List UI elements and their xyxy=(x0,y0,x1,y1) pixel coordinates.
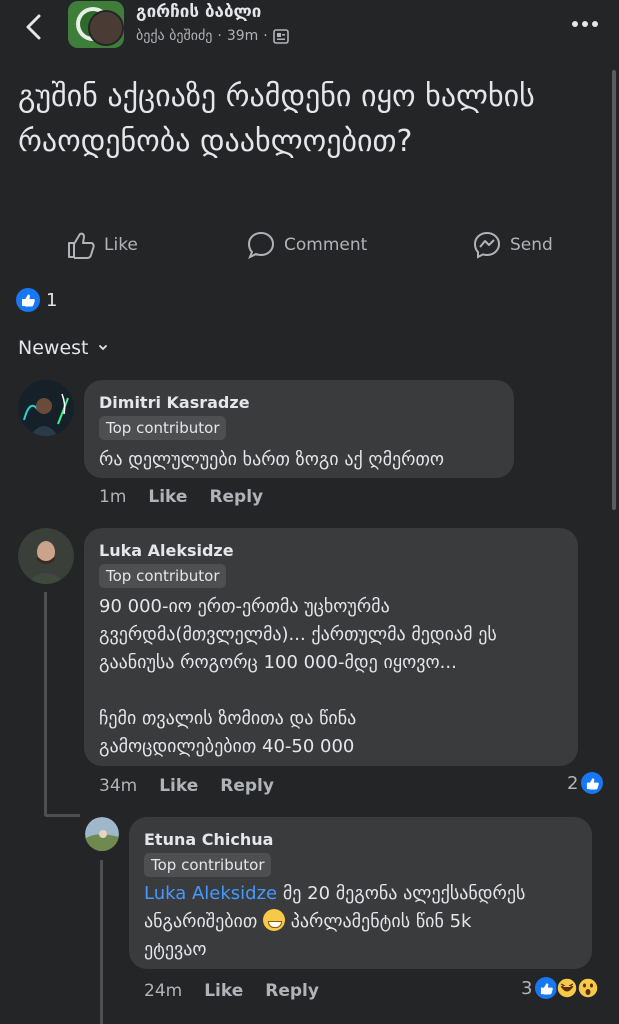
sort-dropdown[interactable]: Newest xyxy=(18,337,108,359)
author-avatar[interactable] xyxy=(88,10,124,46)
like-reaction-icon xyxy=(535,977,558,999)
back-arrow-icon[interactable] xyxy=(20,10,50,44)
comment-meta: 34m Like Reply xyxy=(99,776,274,796)
reaction-count: 2 xyxy=(567,772,579,794)
commenter-name[interactable]: Luka Aleksidze xyxy=(99,541,234,560)
comment-like-button[interactable]: Like xyxy=(159,776,198,796)
group-name[interactable]: გირჩის ბაბლი xyxy=(136,2,261,22)
post-meta: ბექა ბეშიძე · 39m · xyxy=(136,28,289,44)
top-contributor-badge: Top contributor xyxy=(99,564,227,588)
like-label: Like xyxy=(104,235,138,255)
top-bar: გირჩის ბაბლი ბექა ბეშიძე · 39m · xyxy=(0,0,619,56)
comment-meta: 1m Like Reply xyxy=(99,487,263,507)
comment-line: გაანიუსა როგორც 100 000-მდე იყოვო... xyxy=(99,652,457,673)
more-options-icon[interactable] xyxy=(570,16,600,32)
avatar[interactable] xyxy=(18,380,74,436)
comment-reply-button[interactable]: Reply xyxy=(220,776,274,796)
like-reaction-icon xyxy=(16,288,40,312)
thread-line xyxy=(44,814,80,817)
sort-label: Newest xyxy=(18,337,89,359)
top-contributor-badge: Top contributor xyxy=(99,416,227,440)
chevron-down-icon xyxy=(99,345,108,351)
post-time[interactable]: 39m xyxy=(227,28,258,44)
comment-text: 90 000-იო ერთ-ერთმა უცხოურმა გვერდმა(მთვ… xyxy=(99,593,497,761)
comment-text: Luka Aleksidze მე 20 მეგონა ალექსანდრეს … xyxy=(144,880,584,964)
send-label: Send xyxy=(510,235,553,255)
comment-time[interactable]: 1m xyxy=(99,487,126,507)
top-contributor-badge: Top contributor xyxy=(144,853,272,877)
post-text: გუშინ აქციაზე რამდენი იყო ხალხის რაოდენო… xyxy=(18,79,535,159)
comment-label: Comment xyxy=(284,235,368,255)
comment-line: გვერდმა(მთვლელმა)... ქართულმა მედიამ ეს xyxy=(99,624,497,645)
commenter-name[interactable]: Etuna Chichua xyxy=(144,830,273,849)
comment-like-button[interactable]: Like xyxy=(148,487,187,507)
reaction-count: 1 xyxy=(46,289,58,311)
comment-reaction-count[interactable]: 3 xyxy=(521,977,600,999)
send-button[interactable]: Send xyxy=(472,226,553,264)
comment-text-part: ეტევაო xyxy=(144,939,207,960)
grinning-face-emoji-icon xyxy=(263,909,286,931)
like-icon xyxy=(68,232,95,259)
comment-time[interactable]: 24m xyxy=(144,981,182,1001)
separator: · xyxy=(263,28,268,44)
avatar[interactable] xyxy=(85,817,119,851)
comment-line xyxy=(99,677,497,705)
comment-icon xyxy=(247,231,275,259)
comment-text-part: მე 20 მეგონა ალექსანდრეს xyxy=(277,883,526,904)
comment-line: ჩემი თვალის ზომითა და წინა xyxy=(99,708,357,729)
mention-link[interactable]: Luka Aleksidze xyxy=(144,883,277,904)
comment-line: გამოცდილებებით 40-50 000 xyxy=(99,736,355,757)
reaction-summary[interactable]: 1 xyxy=(16,288,57,312)
haha-reaction-icon xyxy=(556,977,579,999)
author-name[interactable]: ბექა ბეშიძე xyxy=(136,28,212,44)
comment-time[interactable]: 34m xyxy=(99,776,137,796)
scrollbar[interactable] xyxy=(612,70,616,510)
comment-reply-button[interactable]: Reply xyxy=(265,981,319,1001)
meta-separator: · xyxy=(217,28,222,44)
reaction-count: 3 xyxy=(521,977,533,999)
comment-text-part: ანგარიშებით xyxy=(144,911,264,932)
comment-meta: 24m Like Reply xyxy=(144,981,319,1001)
thread-line xyxy=(100,860,103,1024)
comment-reaction-count[interactable]: 2 xyxy=(567,772,604,794)
commenter-name[interactable]: Dimitri Kasradze xyxy=(99,393,250,412)
comment-text-part: პარლამენტის წინ 5k xyxy=(285,911,472,932)
comment-text: რა დელულუები ხართ ზოგი აქ ღმერთო xyxy=(99,449,445,470)
comment-like-button[interactable]: Like xyxy=(204,981,243,1001)
comment-button[interactable]: Comment xyxy=(246,226,367,264)
thread-line xyxy=(44,592,47,816)
post-actions: Like Comment Send xyxy=(0,226,619,264)
like-button[interactable]: Like xyxy=(66,226,138,264)
comment-reply-button[interactable]: Reply xyxy=(209,487,263,507)
avatar[interactable] xyxy=(18,528,74,584)
messenger-icon xyxy=(473,231,501,259)
like-reaction-icon xyxy=(581,772,604,794)
wow-reaction-icon xyxy=(577,977,600,999)
group-privacy-icon xyxy=(272,28,289,44)
comment-line: 90 000-იო ერთ-ერთმა უცხოურმა xyxy=(99,596,390,617)
